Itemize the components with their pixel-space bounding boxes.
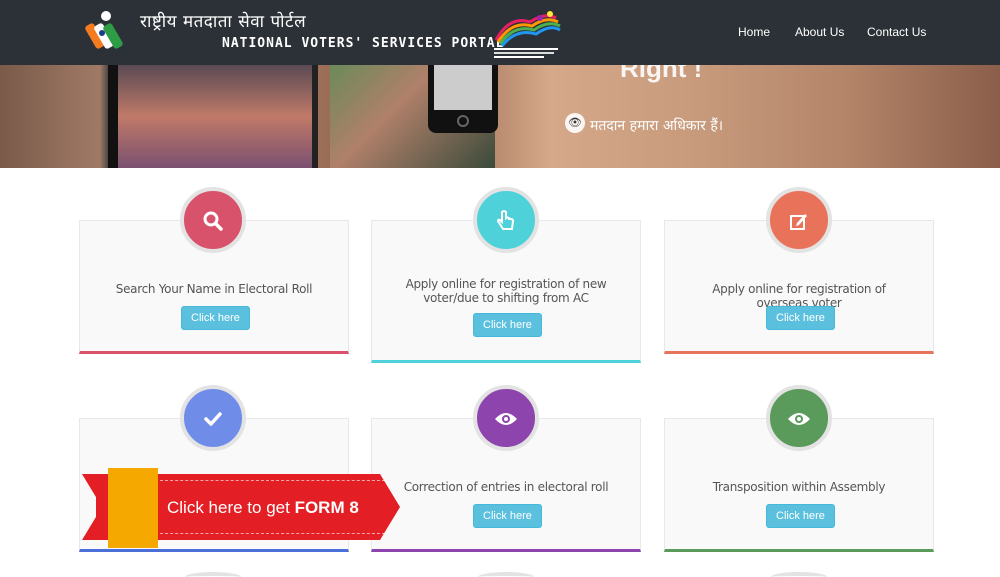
next-row-circle <box>478 572 534 577</box>
edit-icon[interactable] <box>766 187 832 253</box>
national-voters-day-logo <box>494 11 561 58</box>
new-voter-button[interactable]: Click here <box>473 313 542 337</box>
ribbon-text-prefix: Click here to get <box>167 498 295 517</box>
search-roll-button[interactable]: Click here <box>181 306 250 330</box>
correction-button[interactable]: Click here <box>473 504 542 528</box>
hand-pointer-icon[interactable] <box>473 187 539 253</box>
ribbon-fold <box>108 468 158 548</box>
card-title: Correction of entries in electoral roll <box>403 480 609 494</box>
overseas-voter-button[interactable]: Click here <box>766 306 835 330</box>
phone-illustration <box>428 65 498 133</box>
eci-logo-icon[interactable] <box>82 9 126 55</box>
banner-photo-voters <box>108 65 318 168</box>
site-header: राष्ट्रीय मतदाता सेवा पोर्टल NATIONAL VO… <box>0 0 1000 65</box>
eye-icon: 👁 <box>565 113 585 133</box>
nav-about-us[interactable]: About Us <box>795 25 844 39</box>
next-row-circle <box>185 572 241 577</box>
nav-home[interactable]: Home <box>738 25 770 39</box>
banner-heading: Right ! <box>620 65 703 83</box>
card-title: Search Your Name in Electoral Roll <box>115 282 313 296</box>
ribbon-text-bold: FORM 8 <box>294 498 359 517</box>
card-title: Apply online for registration of new vot… <box>405 277 607 305</box>
portal-title-english: NATIONAL VOTERS' SERVICES PORTAL <box>222 36 505 51</box>
eye-icon[interactable] <box>473 385 539 451</box>
check-icon[interactable] <box>180 385 246 451</box>
transposition-button[interactable]: Click here <box>766 504 835 528</box>
search-icon[interactable] <box>180 187 246 253</box>
card-title: Transposition within Assembly <box>712 480 886 494</box>
portal-title-hindi: राष्ट्रीय मतदाता सेवा पोर्टल <box>140 12 307 32</box>
form-8-link[interactable]: Click here to get FORM 8 <box>167 498 359 518</box>
banner-slogan: मतदान हमारा अधिकार हैं। <box>590 118 724 134</box>
eye-icon[interactable] <box>766 385 832 451</box>
next-row-circle <box>771 572 827 577</box>
hero-banner: Right ! 👁 मतदान हमारा अधिकार हैं। <box>0 65 1000 168</box>
nav-contact-us[interactable]: Contact Us <box>867 25 926 39</box>
